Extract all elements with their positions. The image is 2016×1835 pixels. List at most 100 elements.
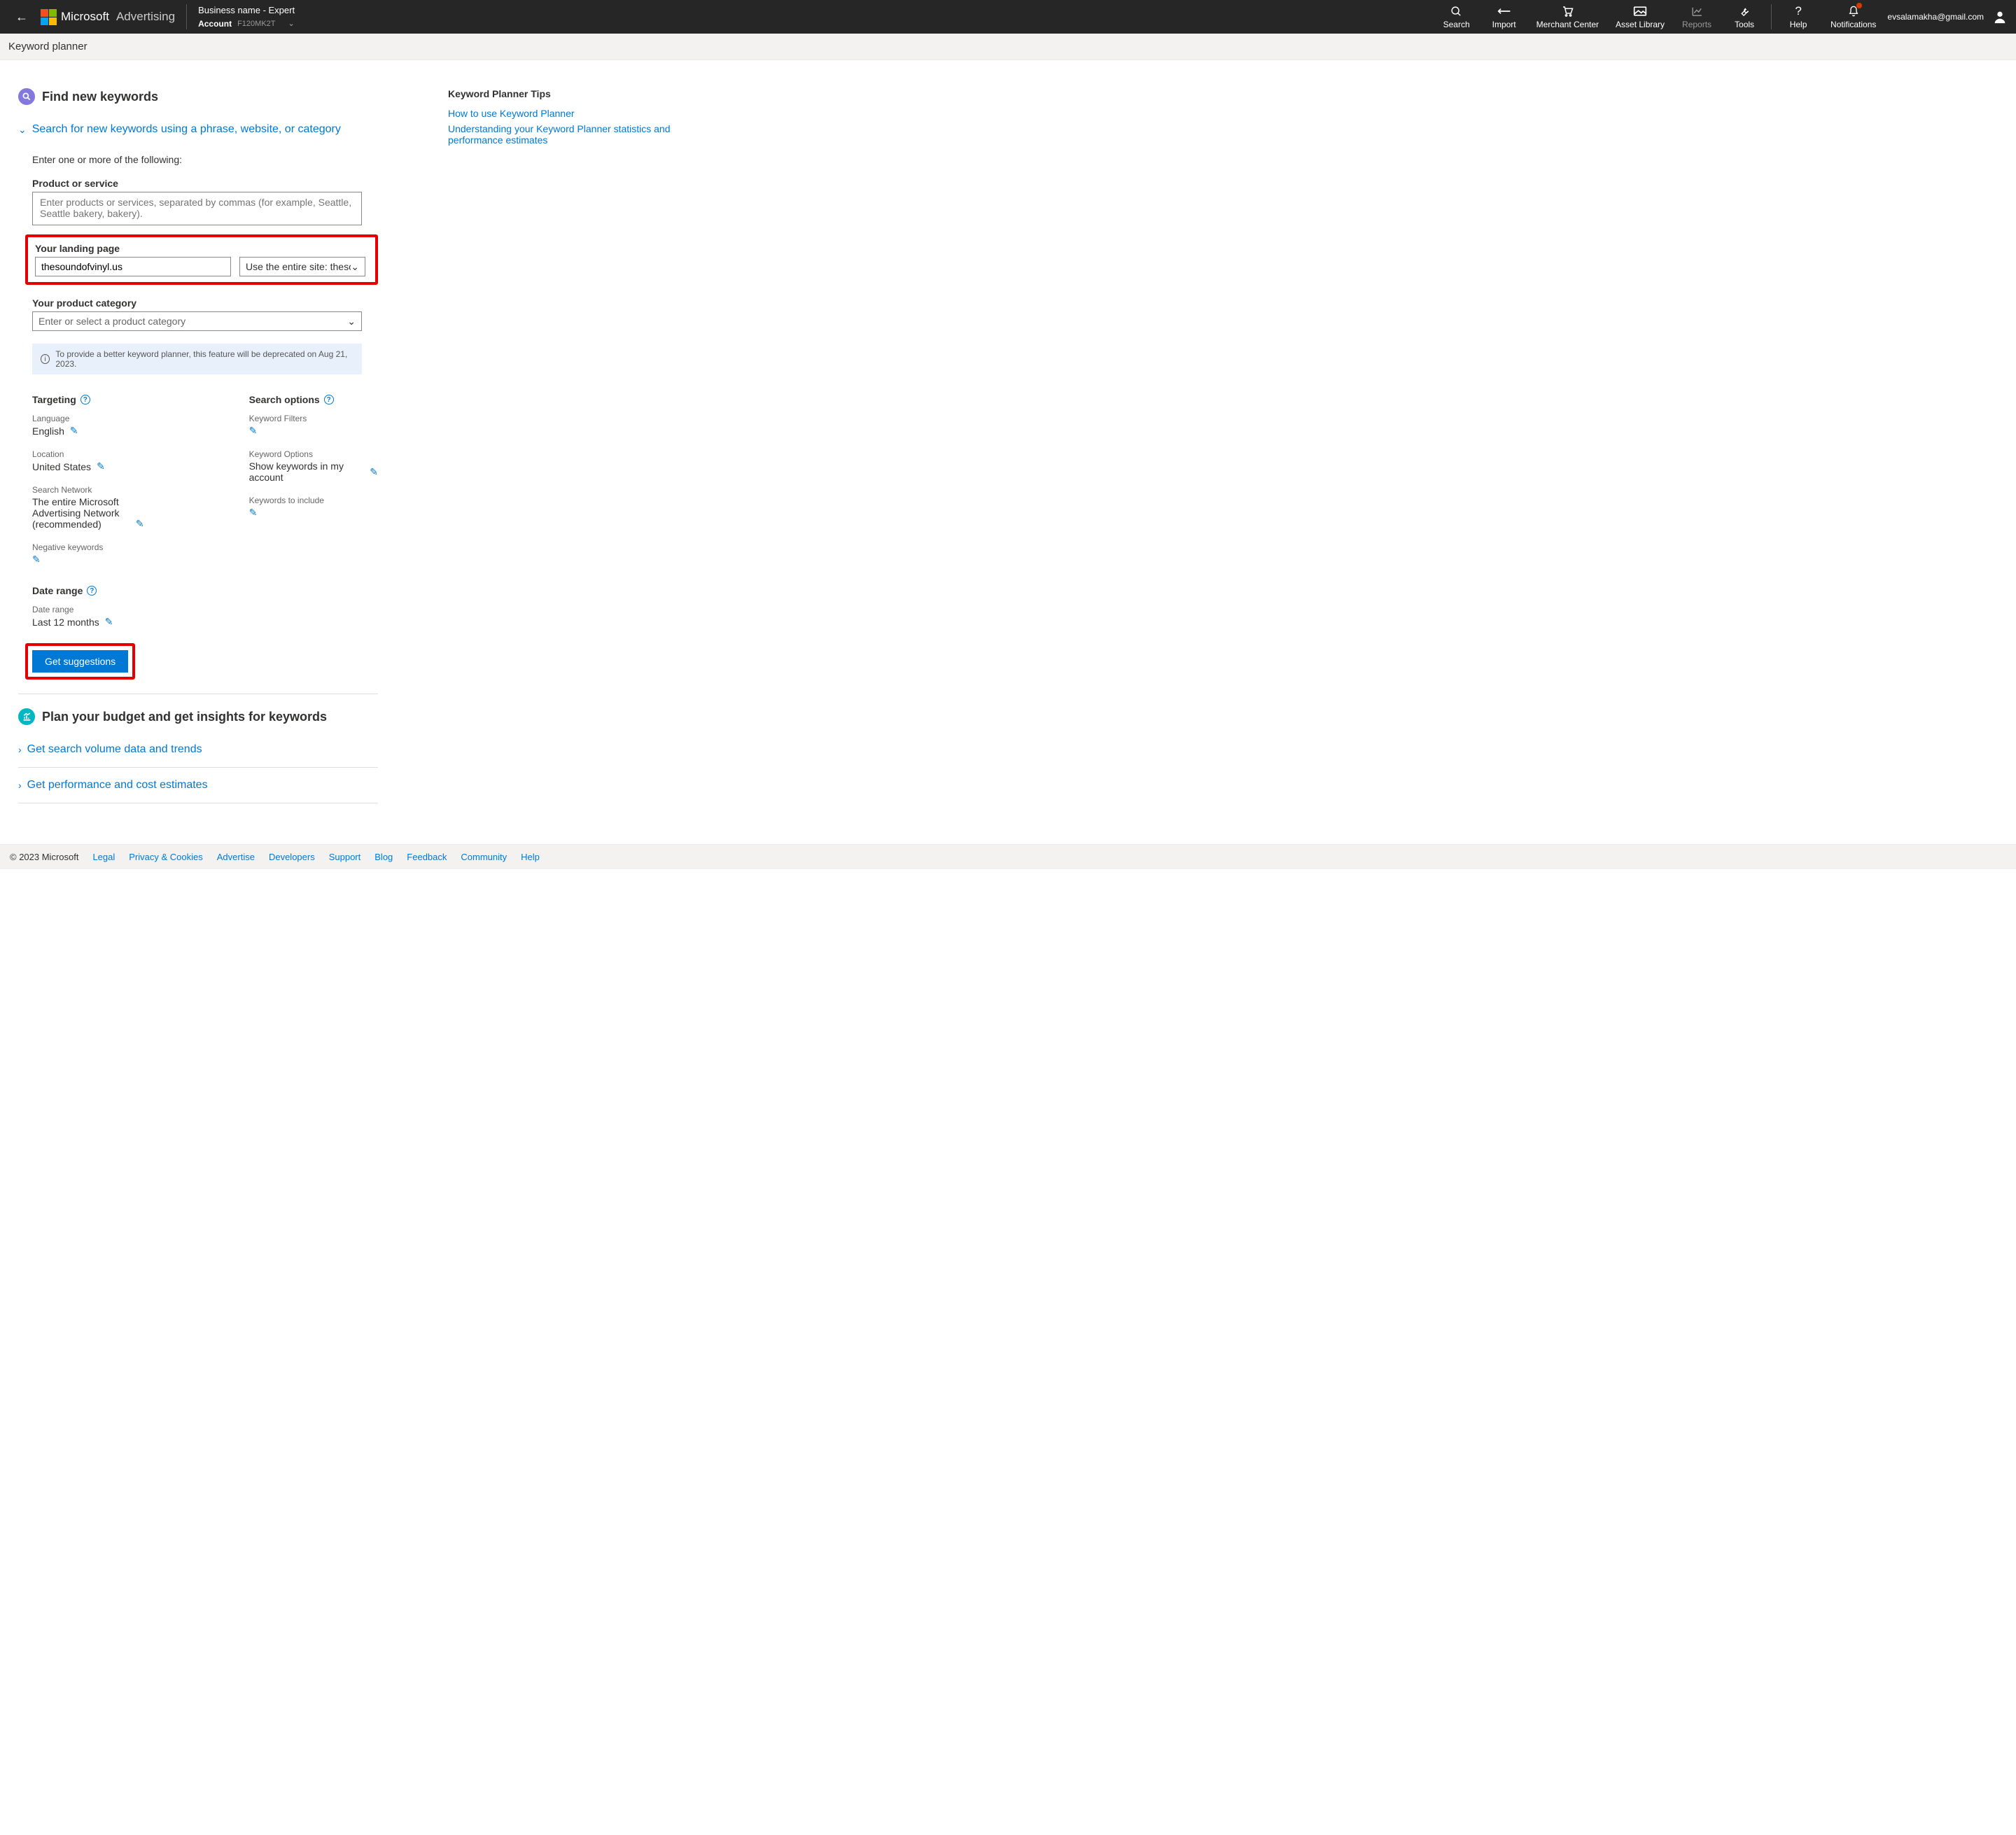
location-value: United States — [32, 461, 91, 472]
edit-icon[interactable]: ✎ — [97, 460, 105, 472]
nav-label: Reports — [1682, 20, 1712, 29]
get-suggestions-button[interactable]: Get suggestions — [32, 650, 128, 673]
info-text: To provide a better keyword planner, thi… — [55, 349, 354, 369]
magnifier-circle-icon — [18, 88, 35, 105]
landing-scope-select[interactable]: Use the entire site: thesoundofv ⌄ — [239, 257, 365, 276]
expand-search-volume[interactable]: › Get search volume data and trends — [18, 738, 378, 761]
kw-options-label: Keyword Options — [249, 449, 378, 459]
chevron-down-icon: ⌄ — [347, 316, 356, 328]
kw-options-value: Show keywords in my account — [249, 460, 365, 483]
nav-label: Merchant Center — [1536, 20, 1599, 29]
kw-include-label: Keywords to include — [249, 495, 378, 505]
nav-items-right: ? Help Notifications — [1783, 4, 1876, 29]
deprecation-notice: i To provide a better keyword planner, t… — [32, 344, 362, 374]
divider — [18, 767, 378, 768]
chevron-down-icon: ⌄ — [18, 124, 27, 136]
import-icon — [1497, 4, 1511, 18]
help-icon[interactable]: ? — [80, 395, 90, 405]
nav-label: Asset Library — [1616, 20, 1665, 29]
account-id: F120MK2T — [237, 18, 275, 30]
footer-link-privacy[interactable]: Privacy & Cookies — [129, 852, 202, 862]
edit-icon[interactable]: ✎ — [370, 466, 378, 478]
language-value: English — [32, 426, 64, 437]
expand-performance-estimates[interactable]: › Get performance and cost estimates — [18, 773, 378, 797]
footer-link-help[interactable]: Help — [521, 852, 540, 862]
page-footer: © 2023 Microsoft Legal Privacy & Cookies… — [0, 844, 2016, 869]
landing-page-label: Your landing page — [35, 243, 368, 254]
user-avatar-icon[interactable] — [1992, 9, 2008, 24]
account-label: Account — [198, 17, 232, 30]
tips-link-statistics[interactable]: Understanding your Keyword Planner stati… — [448, 123, 714, 146]
nav-reports[interactable]: Reports — [1681, 4, 1712, 29]
account-selector[interactable]: Business name - Expert Account F120MK2T … — [198, 3, 295, 30]
product-service-label: Product or service — [32, 178, 378, 189]
product-category-select[interactable]: Enter or select a product category ⌄ — [32, 311, 362, 331]
footer-link-developers[interactable]: Developers — [269, 852, 315, 862]
section-title: Find new keywords — [42, 90, 158, 104]
ms-logo-squares — [41, 9, 57, 25]
microsoft-logo[interactable]: Microsoft Advertising — [41, 9, 175, 25]
expand-search-keywords[interactable]: ⌄ Search for new keywords using a phrase… — [18, 118, 378, 141]
nav-label: Search — [1443, 20, 1470, 29]
expand-label: Search for new keywords using a phrase, … — [32, 123, 341, 136]
copyright: © 2023 Microsoft — [10, 852, 78, 862]
footer-link-support[interactable]: Support — [329, 852, 361, 862]
user-email[interactable]: evsalamakha@gmail.com — [1887, 12, 1984, 22]
highlight-landing-page: Your landing page Use the entire site: t… — [25, 234, 378, 285]
product-service-input[interactable] — [32, 192, 362, 225]
nav-notifications[interactable]: Notifications — [1830, 4, 1876, 29]
landing-page-input[interactable] — [35, 257, 231, 276]
nav-help[interactable]: ? Help — [1783, 4, 1814, 29]
footer-link-community[interactable]: Community — [461, 852, 507, 862]
edit-icon[interactable]: ✎ — [249, 425, 258, 437]
highlight-get-suggestions: Get suggestions — [25, 643, 135, 680]
chevron-down-icon[interactable]: ⌄ — [288, 18, 295, 30]
search-options-column: Search options ? Keyword Filters ✎ Keywo… — [249, 394, 378, 578]
footer-link-blog[interactable]: Blog — [374, 852, 393, 862]
expand-label: Get performance and cost estimates — [27, 779, 208, 792]
nav-label: Import — [1492, 20, 1516, 29]
bell-icon — [1848, 4, 1859, 18]
nav-label: Help — [1790, 20, 1807, 29]
image-icon — [1633, 4, 1647, 18]
select-placeholder: Enter or select a product category — [38, 316, 347, 327]
footer-link-legal[interactable]: Legal — [92, 852, 115, 862]
nav-search[interactable]: Search — [1441, 4, 1472, 29]
nav-asset-library[interactable]: Asset Library — [1616, 4, 1665, 29]
notification-badge — [1856, 3, 1862, 8]
business-name: Business name - Expert — [198, 3, 295, 17]
top-navigation-bar: ← Microsoft Advertising Business name - … — [0, 0, 2016, 34]
chart-icon — [1691, 4, 1703, 18]
edit-icon[interactable]: ✎ — [70, 425, 78, 437]
nav-label: Notifications — [1830, 20, 1876, 29]
tips-title: Keyword Planner Tips — [448, 88, 714, 99]
help-icon: ? — [1795, 4, 1801, 18]
section-title: Plan your budget and get insights for ke… — [42, 710, 327, 724]
divider — [1771, 4, 1772, 29]
section-find-keywords-header: Find new keywords — [18, 88, 378, 105]
nav-tools[interactable]: Tools — [1729, 4, 1760, 29]
help-icon[interactable]: ? — [324, 395, 334, 405]
edit-icon[interactable]: ✎ — [249, 507, 258, 519]
nav-import[interactable]: Import — [1489, 4, 1520, 29]
footer-link-feedback[interactable]: Feedback — [407, 852, 447, 862]
search-options-title: Search options ? — [249, 394, 378, 405]
edit-icon[interactable]: ✎ — [136, 518, 144, 530]
edit-icon[interactable]: ✎ — [32, 554, 41, 565]
back-arrow-icon[interactable]: ← — [8, 10, 35, 24]
date-range-title: Date range ? — [32, 585, 378, 596]
edit-icon[interactable]: ✎ — [105, 616, 113, 628]
targeting-title: Targeting ? — [32, 394, 144, 405]
network-label: Search Network — [32, 485, 144, 495]
info-icon: i — [41, 354, 50, 364]
footer-link-advertise[interactable]: Advertise — [217, 852, 255, 862]
nav-merchant-center[interactable]: Merchant Center — [1536, 4, 1599, 29]
network-value: The entire Microsoft Advertising Network… — [32, 496, 130, 530]
nav-items: Search Import Merchant Center Asset Libr… — [1441, 4, 1760, 29]
tips-link-how-to[interactable]: How to use Keyword Planner — [448, 108, 714, 119]
help-icon[interactable]: ? — [87, 586, 97, 596]
search-icon — [1450, 4, 1462, 18]
divider — [186, 4, 187, 29]
tips-sidebar: Keyword Planner Tips How to use Keyword … — [448, 88, 714, 809]
negkw-label: Negative keywords — [32, 542, 144, 552]
